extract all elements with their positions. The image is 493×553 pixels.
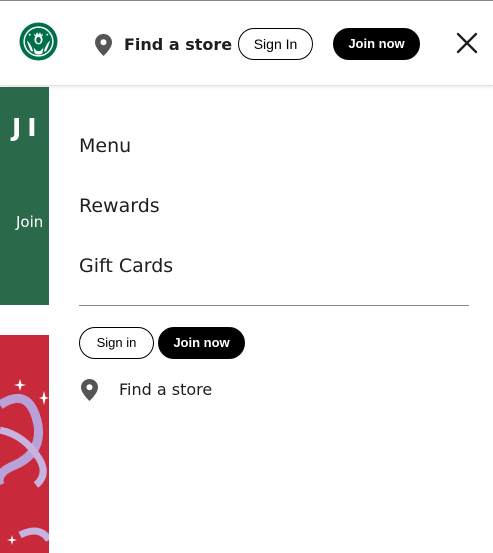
join-now-button[interactable]: Join now xyxy=(333,28,420,60)
nav-divider xyxy=(79,305,469,306)
promo-card-illustration xyxy=(0,379,49,545)
hero-heading: JI xyxy=(12,113,43,142)
location-pin-icon xyxy=(81,379,98,401)
drawer-sign-in-button[interactable]: Sign in xyxy=(79,327,154,359)
nav-drawer: Menu Rewards Gift Cards Sign in Join now… xyxy=(49,87,493,553)
nav-item-rewards[interactable]: Rewards xyxy=(79,194,160,218)
nav-item-gift-cards[interactable]: Gift Cards xyxy=(79,254,173,278)
promo-card-background xyxy=(0,335,49,553)
drawer-join-now-button[interactable]: Join now xyxy=(158,327,245,359)
location-pin-icon xyxy=(95,34,112,56)
hero-join-text: Join xyxy=(16,213,44,231)
sign-in-button[interactable]: Sign In xyxy=(238,28,313,60)
site-header: Find a store Sign In Join now xyxy=(0,1,493,86)
find-store-link[interactable]: Find a store xyxy=(124,34,232,56)
drawer-find-store-link[interactable]: Find a store xyxy=(119,379,212,401)
nav-item-menu[interactable]: Menu xyxy=(79,134,131,158)
close-icon[interactable] xyxy=(455,31,479,55)
hero-banner-background: JI Join xyxy=(0,87,49,305)
starbucks-logo-icon[interactable] xyxy=(19,22,58,61)
